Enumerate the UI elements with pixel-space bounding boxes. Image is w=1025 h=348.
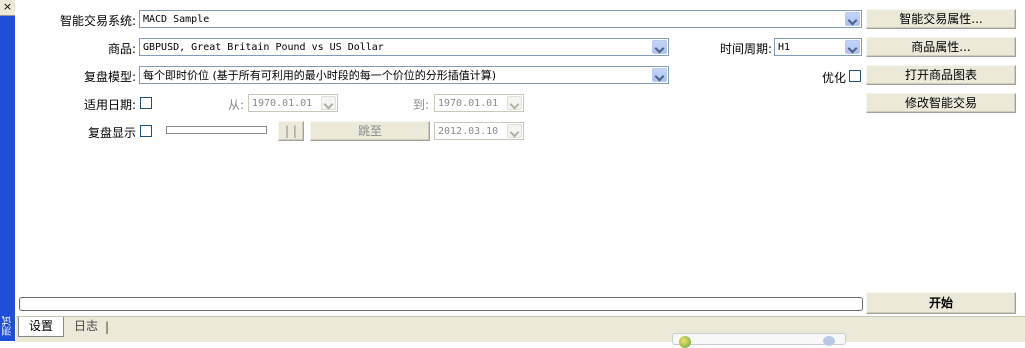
period-select-value: H1 (778, 42, 791, 53)
symbol-select-value: GBPUSD, Great Britain Pound vs US Dollar (143, 42, 384, 53)
symbol-select[interactable]: GBPUSD, Great Britain Pound vs US Dollar (139, 38, 669, 56)
visual-mode-label: 复盘显示 (87, 126, 136, 140)
chevron-down-icon[interactable] (845, 40, 860, 54)
pause-button[interactable]: | | (278, 121, 304, 141)
tab-separator: | (105, 320, 110, 334)
tab-settings[interactable]: 设置 (18, 317, 64, 337)
optimization-label: 优化 (821, 71, 846, 85)
chevron-down-icon[interactable] (321, 96, 336, 110)
skip-date-value: 2012.03.10 (438, 126, 499, 137)
skip-date-select[interactable]: 2012.03.10 (434, 122, 524, 140)
tester-sidebar: × 测试 (0, 0, 15, 341)
skip-to-button[interactable]: 跳至 (310, 121, 430, 141)
expert-select-value: MACD Sample (143, 14, 210, 25)
model-select[interactable]: 每个即时价位 (基于所有可利用的最小时段的每一个价位的分形插值计算) (139, 66, 669, 84)
period-label: 时间周期: (719, 42, 772, 56)
symbol-properties-button[interactable]: 商品属性... (866, 37, 1016, 57)
date-to-select[interactable]: 1970.01.01 (434, 94, 524, 112)
date-from-select[interactable]: 1970.01.01 (248, 94, 338, 112)
modify-expert-button[interactable]: 修改智能交易 (866, 93, 1016, 113)
model-label: 复盘模型: (83, 70, 136, 84)
tester-tab-bar: 设置 日志 | (16, 316, 1025, 342)
visual-mode-checkbox[interactable] (140, 125, 152, 137)
start-button[interactable]: 开始 (866, 292, 1016, 314)
use-date-label: 适用日期: (83, 98, 136, 112)
strategy-tester-panel: 智能交易系统: MACD Sample 智能交易属性... 商品: GBPUSD… (16, 0, 1025, 348)
date-from-label: 从: (227, 98, 244, 112)
chevron-down-icon[interactable] (845, 12, 860, 26)
date-to-value: 1970.01.01 (438, 98, 499, 109)
chevron-down-icon[interactable] (507, 124, 522, 138)
speed-slider[interactable] (166, 126, 267, 134)
optimization-checkbox[interactable] (849, 70, 861, 82)
expert-select[interactable]: MACD Sample (139, 10, 862, 28)
symbol-label: 商品: (107, 42, 136, 56)
tester-vertical-label: 测试 (3, 316, 14, 336)
status-ball-icon (679, 336, 691, 348)
close-icon[interactable]: × (0, 0, 15, 16)
period-select[interactable]: H1 (774, 38, 862, 56)
chevron-down-icon[interactable] (652, 40, 667, 54)
model-select-value: 每个即时价位 (基于所有可利用的最小时段的每一个价位的分形插值计算) (143, 69, 497, 82)
date-to-label: 到: (412, 98, 429, 112)
status-tray-icon (823, 336, 835, 346)
chevron-down-icon[interactable] (507, 96, 522, 110)
taskbar-widget (672, 333, 846, 348)
use-date-checkbox[interactable] (140, 97, 152, 109)
expert-properties-button[interactable]: 智能交易属性... (866, 9, 1016, 29)
open-chart-button[interactable]: 打开商品图表 (866, 65, 1016, 85)
chevron-down-icon[interactable] (652, 68, 667, 82)
date-from-value: 1970.01.01 (252, 98, 313, 109)
tab-journal[interactable]: 日志 (66, 317, 106, 336)
expert-label: 智能交易系统: (59, 14, 136, 28)
test-progress-bar (19, 297, 863, 311)
